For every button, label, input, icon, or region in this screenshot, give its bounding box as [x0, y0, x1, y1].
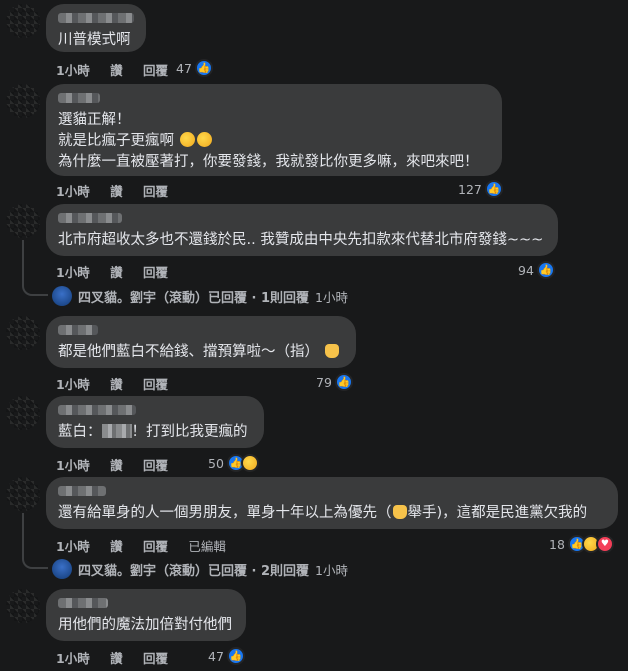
like-button[interactable]: 讚 [110, 184, 123, 199]
reply-button[interactable]: 回覆 [143, 651, 168, 666]
like-reaction-icon: 👍 [226, 647, 245, 665]
blurred-name[interactable] [58, 13, 134, 23]
commenter-avatar[interactable] [6, 316, 40, 350]
reaction-count: 18 [549, 536, 565, 552]
reaction-count: 79 [316, 374, 332, 390]
like-reaction-icon: 👍 [334, 373, 353, 391]
comment-bubble: 川普模式啊 [46, 4, 146, 52]
timestamp-link[interactable]: 1小時 [56, 63, 90, 78]
timestamp-link[interactable]: 1小時 [56, 377, 90, 392]
reaction-count: 127 [458, 181, 482, 197]
haha-reaction-icon [240, 454, 259, 472]
blurred-name[interactable] [58, 213, 122, 223]
reply-button[interactable]: 回覆 [143, 539, 168, 554]
comment-bubble: 都是他們藍白不給錢、擋預算啦～（指） [46, 316, 356, 368]
view-replies-link[interactable]: 四叉貓。劉宇（滾動）已回覆 · 1則回覆 1小時 [52, 286, 348, 306]
reply-button[interactable]: 回覆 [143, 377, 168, 392]
comment-text: 都是他們藍白不給錢、擋預算啦～（指） [58, 342, 344, 363]
replies-label: 四叉貓。劉宇（滾動）已回覆 · 1則回覆 [78, 290, 310, 306]
timestamp-link[interactable]: 1小時 [56, 184, 90, 199]
comment-actions: 1小時 讚 回覆 [56, 648, 184, 667]
love-reaction-icon: ♥ [595, 535, 614, 553]
like-button[interactable]: 讚 [110, 458, 123, 473]
timestamp-link[interactable]: 1小時 [56, 651, 90, 666]
comment-actions: 1小時 讚 回覆 [56, 60, 184, 79]
reaction-summary[interactable]: 94 👍 [518, 261, 555, 279]
blurred-name[interactable] [58, 325, 98, 335]
comment-actions: 1小時 讚 回覆 已編輯 [56, 536, 242, 555]
commenter-avatar[interactable] [6, 477, 40, 511]
pointing-hand-emoji-icon [324, 344, 339, 358]
rofl-emoji-icon [196, 132, 212, 147]
like-reaction-icon: 👍 [484, 180, 503, 198]
comment-bubble: 還有給單身的人一個男朋友，單身十年以上為優先（ 舉手)，這都是民進黨欠我的 [46, 477, 618, 529]
redacted-text [101, 424, 132, 438]
comment-bubble: 北市府超收太多也不還錢於民.. 我贊成由中央先扣款來代替北市府發錢~~~ [46, 204, 558, 256]
edited-label[interactable]: 已編輯 [188, 539, 226, 554]
blurred-name[interactable] [58, 405, 136, 415]
comment-actions: 1小時 讚 回覆 [56, 455, 184, 474]
comment-actions: 1小時 讚 回覆 [56, 262, 184, 281]
replier-avatar [52, 286, 72, 306]
comment-text: 川普模式啊 [58, 32, 131, 48]
reaction-summary[interactable]: 47 👍 [176, 59, 213, 77]
commenter-avatar[interactable] [6, 589, 40, 623]
rofl-emoji-icon [179, 132, 195, 147]
like-reaction-icon: 👍 [536, 261, 555, 279]
blurred-name[interactable] [58, 93, 100, 103]
like-button[interactable]: 讚 [110, 265, 123, 280]
like-button[interactable]: 讚 [110, 63, 123, 78]
commenter-avatar[interactable] [6, 396, 40, 430]
reply-button[interactable]: 回覆 [143, 458, 168, 473]
reply-timestamp: 1小時 [315, 562, 348, 578]
timestamp-link[interactable]: 1小時 [56, 265, 90, 280]
comment-actions: 1小時 讚 回覆 [56, 181, 184, 200]
comment-bubble: 用他們的魔法加倍對付他們 [46, 589, 246, 641]
commenter-avatar[interactable] [6, 204, 40, 238]
reply-button[interactable]: 回覆 [143, 184, 168, 199]
reaction-summary[interactable]: 47 👍 [208, 647, 245, 665]
timestamp-link[interactable]: 1小時 [56, 539, 90, 554]
raised-hand-emoji-icon [392, 505, 407, 519]
commenter-avatar[interactable] [6, 84, 40, 118]
comment-text: 用他們的魔法加倍對付他們 [58, 617, 232, 633]
reply-button[interactable]: 回覆 [143, 265, 168, 280]
replier-avatar [52, 559, 72, 579]
reaction-count: 47 [208, 648, 224, 664]
comment-bubble: 藍白： ！打到比我更瘋的 [46, 396, 264, 448]
comment-text-line: 就是比瘋子更瘋啊 [58, 131, 490, 152]
blurred-name[interactable] [58, 486, 106, 496]
view-replies-link[interactable]: 四叉貓。劉宇（滾動）已回覆 · 2則回覆 1小時 [52, 559, 348, 579]
comment-text-line: 為什麼一直被壓著打，你要發錢，我就發比你更多嘛，來吧來吧！ [58, 154, 479, 170]
like-button[interactable]: 讚 [110, 539, 123, 554]
reaction-summary[interactable]: 50 👍 [208, 454, 259, 472]
thread-connector [22, 513, 48, 569]
thread-connector [22, 240, 48, 296]
like-button[interactable]: 讚 [110, 377, 123, 392]
reaction-summary[interactable]: 127 👍 [458, 180, 503, 198]
reaction-summary[interactable]: 79 👍 [316, 373, 353, 391]
reaction-summary[interactable]: 18 👍 ♥ [549, 535, 614, 553]
like-reaction-icon: 👍 [194, 59, 213, 77]
reaction-count: 47 [176, 60, 192, 76]
comment-text: 北市府超收太多也不還錢於民.. 我贊成由中央先扣款來代替北市府發錢~~~ [58, 232, 544, 248]
comment-bubble: 選貓正解！ 就是比瘋子更瘋啊 為什麼一直被壓著打，你要發錢，我就發比你更多嘛，來… [46, 84, 502, 176]
reply-timestamp: 1小時 [315, 289, 348, 305]
reaction-count: 94 [518, 262, 534, 278]
comment-text: 藍白： ！打到比我更瘋的 [58, 424, 248, 440]
reply-button[interactable]: 回覆 [143, 63, 168, 78]
blurred-name[interactable] [58, 598, 108, 608]
like-button[interactable]: 讚 [110, 651, 123, 666]
reaction-count: 50 [208, 455, 224, 471]
replies-label: 四叉貓。劉宇（滾動）已回覆 · 2則回覆 [78, 563, 310, 579]
timestamp-link[interactable]: 1小時 [56, 458, 90, 473]
comment-text-line: 選貓正解！ [58, 112, 131, 128]
comment-text: 還有給單身的人一個男朋友，單身十年以上為優先（ 舉手)，這都是民進黨欠我的 [58, 505, 588, 521]
commenter-avatar[interactable] [6, 4, 40, 38]
comment-actions: 1小時 讚 回覆 [56, 374, 184, 393]
